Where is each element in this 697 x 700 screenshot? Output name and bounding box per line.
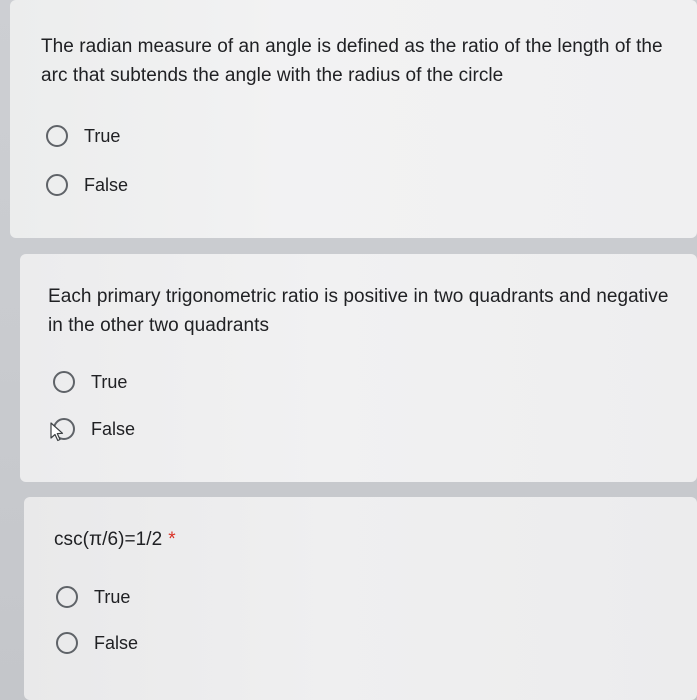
question-text-2: Each primary trigonometric ratio is posi… bbox=[48, 286, 669, 336]
option-false-q2[interactable]: False bbox=[50, 418, 136, 442]
question-text-3-content: csc(π/6)=1/2 bbox=[54, 529, 163, 550]
option-false-q3[interactable]: False bbox=[56, 632, 138, 654]
option-true-q1[interactable]: True bbox=[46, 125, 120, 147]
option-label-false-q2: False bbox=[91, 418, 136, 439]
radio-button-true-q2[interactable] bbox=[53, 371, 75, 393]
option-label-false-q1: False bbox=[84, 174, 129, 195]
option-label-true-q2: True bbox=[91, 371, 128, 392]
question-card-3: csc(π/6)=1/2 * True False bbox=[24, 497, 697, 700]
option-false-q1[interactable]: False bbox=[46, 174, 128, 196]
required-asterisk: * bbox=[168, 529, 176, 550]
mouse-pointer-icon bbox=[50, 422, 64, 442]
radio-button-false-q3[interactable] bbox=[56, 632, 78, 654]
radio-button-false-q1[interactable] bbox=[46, 174, 68, 196]
question-text-3: csc(π/6)=1/2 * bbox=[54, 525, 674, 554]
question-card-2: Each primary trigonometric ratio is posi… bbox=[20, 254, 697, 482]
option-true-q2[interactable]: True bbox=[53, 371, 127, 393]
option-label-true-q3: True bbox=[94, 586, 131, 607]
option-label-false-q3: False bbox=[94, 632, 139, 653]
radio-button-true-q1[interactable] bbox=[46, 125, 68, 147]
question-card-1: The radian measure of an angle is define… bbox=[10, 0, 697, 238]
question-text-1: The radian measure of an angle is define… bbox=[41, 36, 663, 86]
radio-button-true-q3[interactable] bbox=[56, 586, 78, 608]
option-label-true-q1: True bbox=[84, 125, 121, 146]
radio-button-false-q2[interactable] bbox=[50, 418, 75, 442]
option-true-q3[interactable]: True bbox=[56, 586, 130, 608]
